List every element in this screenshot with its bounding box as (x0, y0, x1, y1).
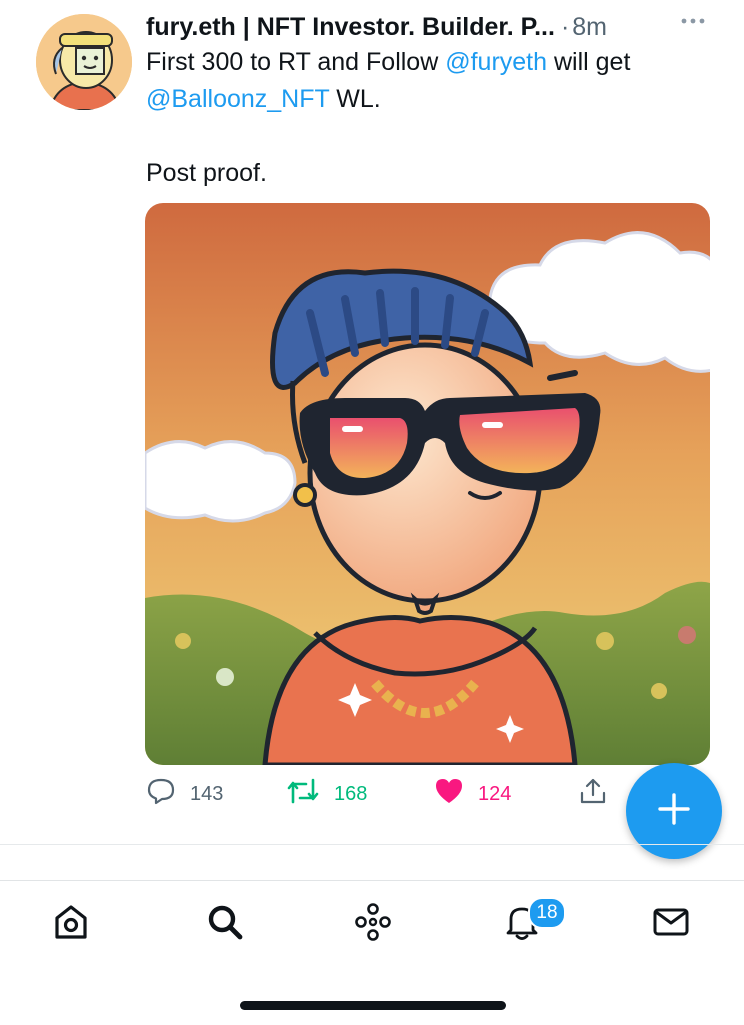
share-icon (578, 776, 608, 812)
bottom-tab-bar: 18 (0, 880, 744, 1025)
heart-icon (434, 776, 464, 812)
mail-icon (651, 902, 691, 947)
text-segment: First 300 to RT and Follow (146, 48, 446, 76)
mention-link[interactable]: @Balloonz_NFT (146, 85, 329, 113)
retweet-button[interactable]: 168 (286, 776, 367, 812)
search-icon (205, 902, 245, 947)
tweet[interactable]: fury.eth | NFT Investor. Builder. P... · 8… (0, 0, 744, 845)
author-name[interactable]: fury.eth | NFT Investor. Builder. P... (146, 13, 555, 41)
retweet-icon (286, 776, 320, 812)
compose-plus-icon (657, 792, 691, 831)
mention-link[interactable]: @furyeth (445, 48, 547, 76)
tweet-text-line-2: @Balloonz_NFT WL. (146, 81, 726, 118)
author-avatar[interactable] (36, 14, 132, 110)
tweet-text-line-1: First 300 to RT and Follow @furyeth will… (146, 44, 726, 81)
share-button[interactable] (578, 776, 608, 812)
reply-icon (146, 776, 176, 812)
reply-button[interactable]: 143 (146, 776, 223, 812)
tab-home[interactable] (46, 899, 96, 949)
home-icon (51, 902, 91, 947)
divider (0, 844, 744, 845)
reply-count: 143 (190, 782, 224, 805)
like-button[interactable]: 124 (434, 776, 511, 812)
tab-spaces[interactable] (348, 899, 398, 949)
tweet-text-line-3: Post proof. (146, 159, 267, 187)
like-count: 124 (478, 782, 512, 805)
home-indicator (240, 1001, 506, 1010)
tweet-media-image[interactable] (145, 203, 710, 765)
timestamp[interactable]: 8m (572, 13, 607, 41)
tweet-header: fury.eth | NFT Investor. Builder. P... · 8… (146, 10, 706, 44)
tweet-text: First 300 to RT and Follow @furyeth will… (146, 44, 726, 192)
tab-search[interactable] (200, 899, 250, 949)
text-segment: WL. (329, 85, 381, 113)
tab-messages[interactable] (646, 899, 696, 949)
more-icon[interactable] (680, 14, 706, 26)
retweet-count: 168 (334, 782, 368, 805)
separator: · (560, 13, 570, 41)
notification-badge: 18 (528, 897, 566, 929)
spaces-icon (352, 901, 394, 948)
text-segment: will get (547, 48, 631, 76)
